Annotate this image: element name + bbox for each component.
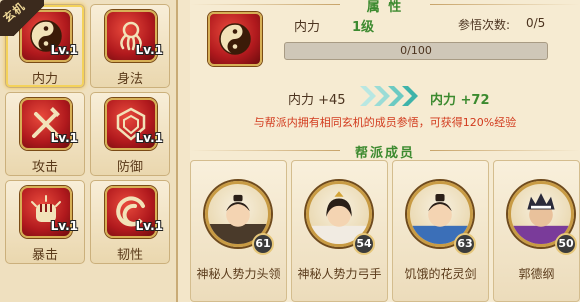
member-name: 神秘人势力头领 [196, 267, 281, 281]
skill-name: 韧性 [116, 248, 143, 263]
member-name: 神秘人势力弓手 [297, 267, 382, 281]
exp-progress-bar: 0/100 [284, 42, 548, 60]
exp-progress-text: 0/100 [400, 44, 432, 57]
skill-name: 内力 [31, 72, 58, 87]
skill-level: Lv.1 [135, 131, 163, 145]
member-card[interactable]: 61 神秘人势力头领 [190, 160, 287, 302]
skill-level: Lv.1 [135, 43, 163, 57]
member-level-badge: 61 [252, 233, 274, 255]
skill-card-attack[interactable]: Lv.1 攻击 [5, 92, 85, 176]
skill-card-crit[interactable]: Lv.1 暴击 [5, 180, 85, 264]
skill-name: 防御 [116, 160, 143, 175]
skill-level: Lv.1 [50, 43, 78, 57]
upgrade-arrows-icon [360, 86, 418, 106]
selected-skill-icon [208, 12, 262, 66]
skill-level: Lv.1 [50, 131, 78, 145]
corner-tag: 玄机 [0, 0, 44, 36]
members-section-title: 帮派成员 [190, 142, 580, 161]
insight-count-label: 参悟次数: [458, 18, 511, 32]
skill-name: 暴击 [31, 248, 58, 263]
member-level-badge: 54 [353, 233, 375, 255]
insight-hint: 与帮派内拥有相同玄机的成员参悟，可获得120%经验 [253, 116, 517, 129]
skill-level: Lv.1 [135, 219, 163, 233]
yin-yang-icon [219, 23, 251, 55]
skill-name: 身法 [116, 72, 143, 87]
skill-card-toughness[interactable]: Lv.1 韧性 [90, 180, 170, 264]
member-level-badge: 63 [454, 233, 476, 255]
skill-grid: Lv.1 内力 Lv.1 身法 Lv.1 攻击 Lv.1 防御 Lv.1 暴击 [0, 0, 178, 302]
attribute-name: 内力 [294, 20, 321, 35]
member-name: 饥饿的花灵剑 [404, 267, 477, 281]
bonus-next: 内力 +72 [430, 93, 490, 108]
skill-card-defense[interactable]: Lv.1 防御 [90, 92, 170, 176]
skill-level: Lv.1 [50, 219, 78, 233]
bonus-current: 内力 +45 [288, 93, 346, 108]
corner-tag-label: 玄机 [0, 0, 28, 26]
attribute-level: 1级 [352, 20, 375, 35]
insight-count-value: 0/5 [526, 16, 546, 30]
member-level-badge: 50 [555, 233, 577, 255]
member-name: 郭德纲 [518, 267, 555, 281]
member-card[interactable]: 50 郭德纲 [493, 160, 580, 302]
member-card[interactable]: 63 饥饿的花灵剑 [392, 160, 489, 302]
skill-card-shenfa[interactable]: Lv.1 身法 [90, 4, 170, 88]
skill-name: 攻击 [31, 160, 58, 175]
detail-panel: 属 性 内力 1级 参悟次数: 0/5 0/100 内力 +45 内力 +72 … [190, 0, 580, 302]
member-card[interactable]: 54 神秘人势力弓手 [291, 160, 388, 302]
